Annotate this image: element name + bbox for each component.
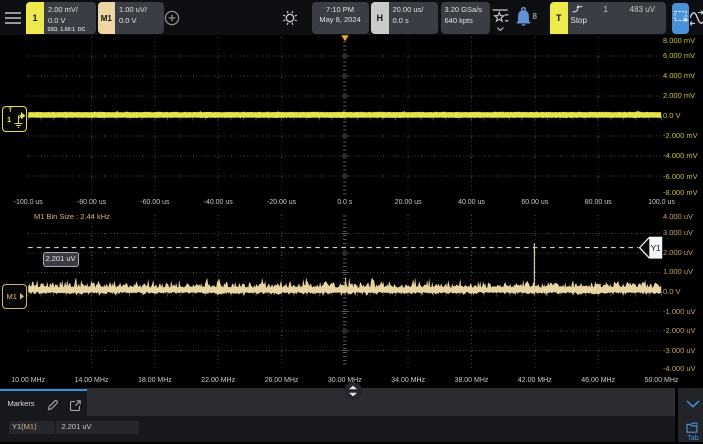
svg-text:Y1: Y1 — [651, 244, 661, 253]
